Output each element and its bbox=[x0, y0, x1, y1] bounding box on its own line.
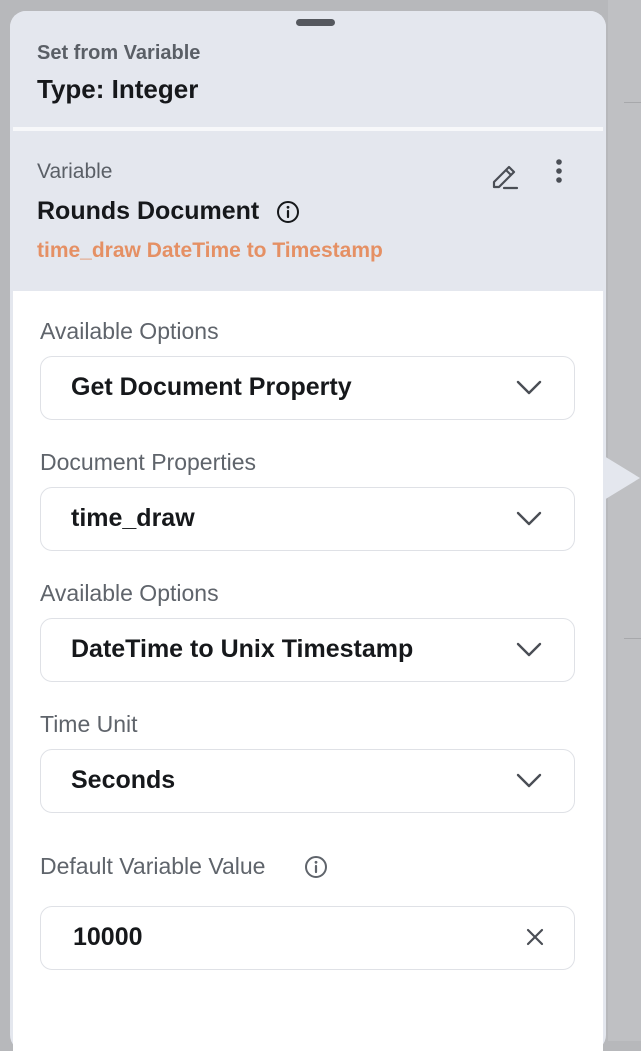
document-properties-select[interactable]: time_draw bbox=[40, 487, 575, 551]
input-value: 10000 bbox=[73, 923, 143, 951]
variable-name: Rounds Document bbox=[37, 197, 260, 225]
variable-source: time_draw DateTime to Timestamp bbox=[37, 239, 383, 262]
background-divider bbox=[624, 638, 641, 639]
available-options-select[interactable]: Get Document Property bbox=[40, 356, 575, 420]
select-value: Get Document Property bbox=[71, 373, 352, 401]
background-divider bbox=[624, 102, 641, 103]
panel-title: Type: Integer bbox=[37, 74, 199, 104]
background-panel bbox=[608, 0, 641, 1041]
panel-header: Set from Variable Type: Integer bbox=[10, 11, 606, 129]
panel-pointer bbox=[604, 456, 640, 500]
chevron-down-icon bbox=[516, 379, 542, 402]
info-icon[interactable] bbox=[276, 200, 300, 229]
conversion-options-select[interactable]: DateTime to Unix Timestamp bbox=[40, 618, 575, 682]
field-label: Default Variable Value bbox=[40, 853, 266, 879]
field-label: Time Unit bbox=[40, 711, 138, 737]
variable-section: Variable Rounds Document time_draw DateT… bbox=[13, 131, 603, 291]
chevron-down-icon bbox=[516, 510, 542, 533]
variable-label: Variable bbox=[37, 160, 113, 183]
chevron-down-icon bbox=[516, 641, 542, 664]
select-value: DateTime to Unix Timestamp bbox=[71, 635, 414, 663]
select-value: Seconds bbox=[71, 766, 176, 794]
panel-subtitle: Set from Variable bbox=[37, 42, 201, 64]
info-icon[interactable] bbox=[304, 855, 328, 884]
more-vertical-icon[interactable] bbox=[549, 157, 569, 192]
chevron-down-icon bbox=[516, 772, 542, 795]
default-value-input[interactable]: 10000 bbox=[40, 906, 575, 970]
field-label: Available Options bbox=[40, 318, 219, 344]
time-unit-select[interactable]: Seconds bbox=[40, 749, 575, 813]
field-label: Document Properties bbox=[40, 449, 257, 475]
drag-handle[interactable] bbox=[296, 19, 335, 26]
variable-form: Available Options Get Document Property … bbox=[13, 291, 603, 1051]
field-label: Available Options bbox=[40, 580, 219, 606]
select-value: time_draw bbox=[71, 504, 195, 532]
edit-icon[interactable] bbox=[487, 157, 521, 196]
variable-panel: Set from Variable Type: Integer Variable… bbox=[10, 11, 606, 1051]
close-icon[interactable] bbox=[524, 926, 546, 953]
